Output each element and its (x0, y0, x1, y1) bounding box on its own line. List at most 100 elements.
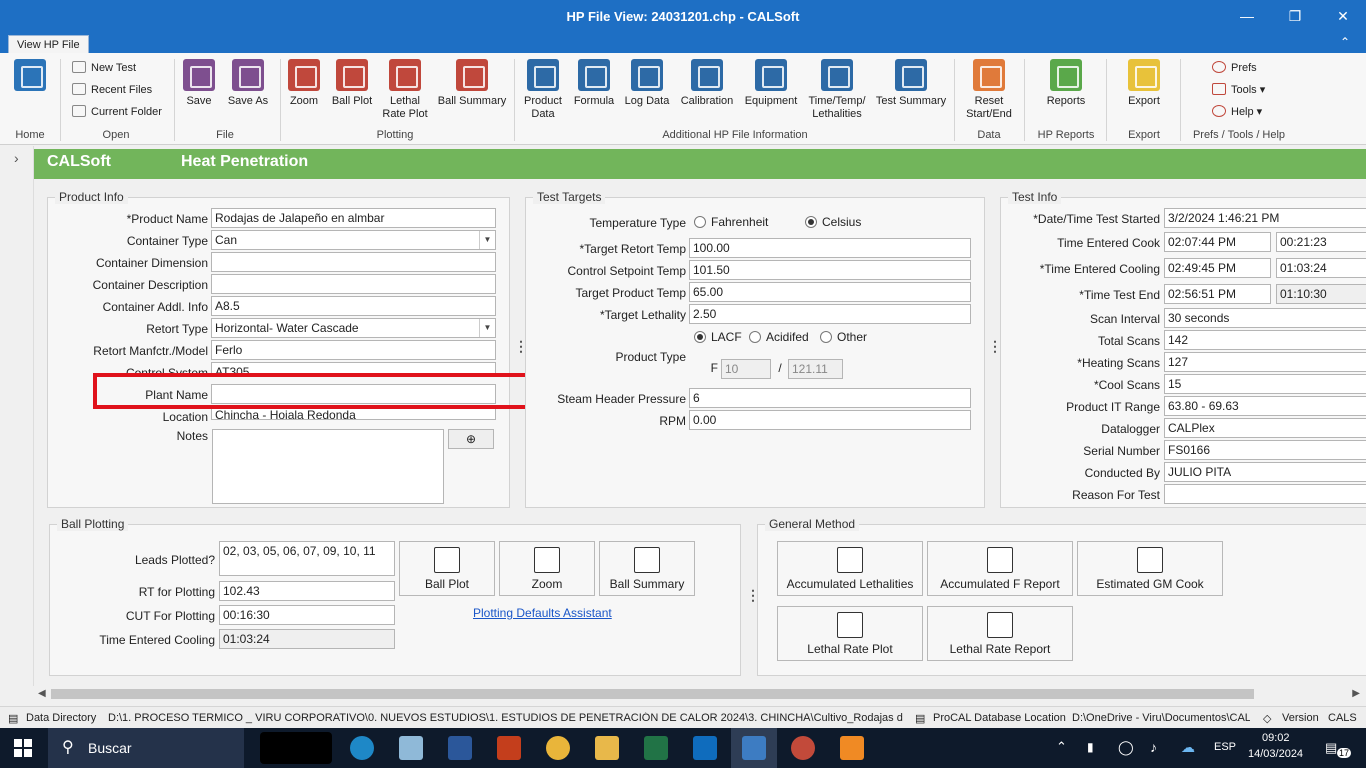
zoom-panel-button[interactable]: Zoom (499, 541, 595, 596)
entered-cook-elapsed-field[interactable]: 00:21:23 (1276, 232, 1366, 252)
time-entered-cooling-field[interactable]: 01:03:24 (219, 629, 395, 649)
target-lethality-field[interactable]: 2.50 (689, 304, 971, 324)
recent-files-button[interactable]: Recent Files (72, 83, 152, 97)
powerpoint-icon[interactable] (497, 736, 521, 760)
help-button[interactable]: Help ▾ (1212, 105, 1262, 119)
notification-icon[interactable]: ▤ (1325, 740, 1337, 756)
tab-view-hp-file[interactable]: View HP File (8, 35, 89, 53)
entered-cook-field[interactable]: 02:07:44 PM (1164, 232, 1271, 252)
app-icon[interactable] (840, 736, 864, 760)
retort-model-field[interactable]: Ferlo (211, 340, 496, 360)
notes-expand-button[interactable]: ⊕ (448, 429, 494, 449)
estimated-gm-cook-button[interactable]: Estimated GM Cook (1077, 541, 1223, 596)
reset-start-end-button[interactable]: Reset Start/End (962, 59, 1016, 121)
close-icon[interactable]: ✕ (1328, 6, 1358, 26)
product-data-button[interactable]: Product Data (520, 59, 566, 121)
volume-icon[interactable]: ♪ (1150, 739, 1157, 755)
prefs-button[interactable]: Prefs (1212, 61, 1257, 75)
new-test-button[interactable]: New Test (72, 61, 136, 75)
save-button[interactable]: Save (181, 59, 217, 108)
control-setpoint-field[interactable]: 101.50 (689, 260, 971, 280)
entered-cooling-field[interactable]: 02:49:45 PM (1164, 258, 1271, 278)
notes-field[interactable] (212, 429, 444, 504)
ball-plot-panel-button[interactable]: Ball Plot (399, 541, 495, 596)
word-icon[interactable] (448, 736, 472, 760)
leads-plotted-field[interactable]: 02, 03, 05, 06, 07, 09, 10, 11 (219, 541, 395, 576)
accumulated-lethalities-button[interactable]: Accumulated Lethalities (777, 541, 923, 596)
calibration-button[interactable]: Calibration (678, 59, 736, 108)
fahrenheit-radio[interactable]: Fahrenheit (694, 215, 768, 229)
current-folder-button[interactable]: Current Folder (72, 105, 162, 119)
acidifed-radio[interactable]: Acidifed (749, 330, 809, 344)
retort-type-select[interactable]: Horizontal- Water Cascade ▼ (211, 318, 496, 338)
tools-button[interactable]: Tools ▾ (1212, 83, 1265, 97)
target-retort-field[interactable]: 100.00 (689, 238, 971, 258)
ball-summary-button[interactable]: Ball Summary (436, 59, 508, 108)
total-scans-field[interactable]: 142 (1164, 330, 1366, 350)
globe-icon[interactable]: ◯ (1118, 739, 1134, 756)
restore-icon[interactable]: ❐ (1280, 6, 1310, 26)
scroll-left-icon[interactable]: ◀ (38, 688, 46, 699)
home-button[interactable] (12, 59, 48, 95)
reason-for-test-field[interactable] (1164, 484, 1366, 504)
entered-cooling-elapsed-field[interactable]: 01:03:24 (1276, 258, 1366, 278)
clock-date[interactable]: 14/03/2024 (1248, 748, 1303, 760)
zoom-button[interactable]: Zoom (286, 59, 322, 108)
lethal-rate-report-button[interactable]: Lethal Rate Report (927, 606, 1073, 661)
rpm-field[interactable]: 0.00 (689, 410, 971, 430)
f-ref-field[interactable]: 121.11 (788, 359, 843, 379)
scrollbar-thumb[interactable] (51, 689, 1254, 699)
formula-button[interactable]: Formula (572, 59, 616, 108)
outlook-icon[interactable] (693, 736, 717, 760)
time-temp-button[interactable]: Time/Temp/ Lethalities (806, 59, 868, 121)
product-name-field[interactable]: Rodajas de Jalapeño en almbar (211, 208, 496, 228)
cut-plotting-field[interactable]: 00:16:30 (219, 605, 395, 625)
target-product-field[interactable]: 65.00 (689, 282, 971, 302)
battery-icon[interactable]: ▮ (1087, 740, 1094, 754)
cool-scans-field[interactable]: 15 (1164, 374, 1366, 394)
container-description-field[interactable] (211, 274, 496, 294)
rt-plotting-field[interactable]: 102.43 (219, 581, 395, 601)
clock-time[interactable]: 09:02 (1262, 732, 1290, 744)
container-addl-info-field[interactable]: A8.5 (211, 296, 496, 316)
onedrive-icon[interactable]: ☁ (1181, 739, 1195, 756)
save-as-button[interactable]: Save As (224, 59, 272, 108)
test-end-field[interactable]: 02:56:51 PM (1164, 284, 1271, 304)
chevron-down-icon[interactable]: ▼ (479, 231, 495, 249)
reports-button[interactable]: Reports (1040, 59, 1092, 108)
export-button[interactable]: Export (1122, 59, 1166, 108)
edge-icon[interactable] (350, 736, 374, 760)
ball-plot-button[interactable]: Ball Plot (330, 59, 374, 108)
language-indicator[interactable]: ESP (1214, 741, 1236, 753)
conducted-by-field[interactable]: JULIO PITA (1164, 462, 1366, 482)
chevron-up-icon[interactable]: ⌃ (1056, 739, 1067, 755)
scan-interval-field[interactable]: 30 seconds (1164, 308, 1366, 328)
app-icon[interactable] (399, 736, 423, 760)
viru-logo-icon[interactable] (260, 732, 332, 764)
expand-chevron-icon[interactable]: › (14, 150, 19, 166)
chevron-down-icon[interactable]: ▼ (479, 319, 495, 337)
lethal-rate-plot-button[interactable]: Lethal Rate Plot (380, 59, 430, 121)
other-radio[interactable]: Other (820, 330, 867, 344)
app-icon[interactable] (791, 736, 815, 760)
date-started-field[interactable]: 3/2/2024 1:46:21 PM (1164, 208, 1366, 228)
celsius-radio[interactable]: Celsius (805, 215, 861, 229)
chrome-icon[interactable] (546, 736, 570, 760)
accumulated-f-report-button[interactable]: Accumulated F Report (927, 541, 1073, 596)
test-end-elapsed-field[interactable]: 01:10:30 (1276, 284, 1366, 304)
taskbar-search[interactable]: ⚲ Buscar (48, 728, 244, 768)
lethal-rate-plot-panel-button[interactable]: Lethal Rate Plot (777, 606, 923, 661)
it-range-field[interactable]: 63.80 - 69.63 (1164, 396, 1366, 416)
f-value-field[interactable]: 10 (721, 359, 771, 379)
ball-summary-panel-button[interactable]: Ball Summary (599, 541, 695, 596)
windows-start-icon[interactable] (14, 739, 32, 757)
horizontal-scrollbar[interactable]: ◀ ▶ (34, 686, 1366, 702)
excel-icon[interactable] (644, 736, 668, 760)
test-summary-button[interactable]: Test Summary (874, 59, 948, 108)
collapse-ribbon-icon[interactable]: ⌃ (1340, 35, 1350, 49)
serial-number-field[interactable]: FS0166 (1164, 440, 1366, 460)
minimize-icon[interactable]: — (1232, 6, 1262, 26)
container-type-select[interactable]: Can ▼ (211, 230, 496, 250)
log-data-button[interactable]: Log Data (622, 59, 672, 108)
file-explorer-icon[interactable] (595, 736, 619, 760)
